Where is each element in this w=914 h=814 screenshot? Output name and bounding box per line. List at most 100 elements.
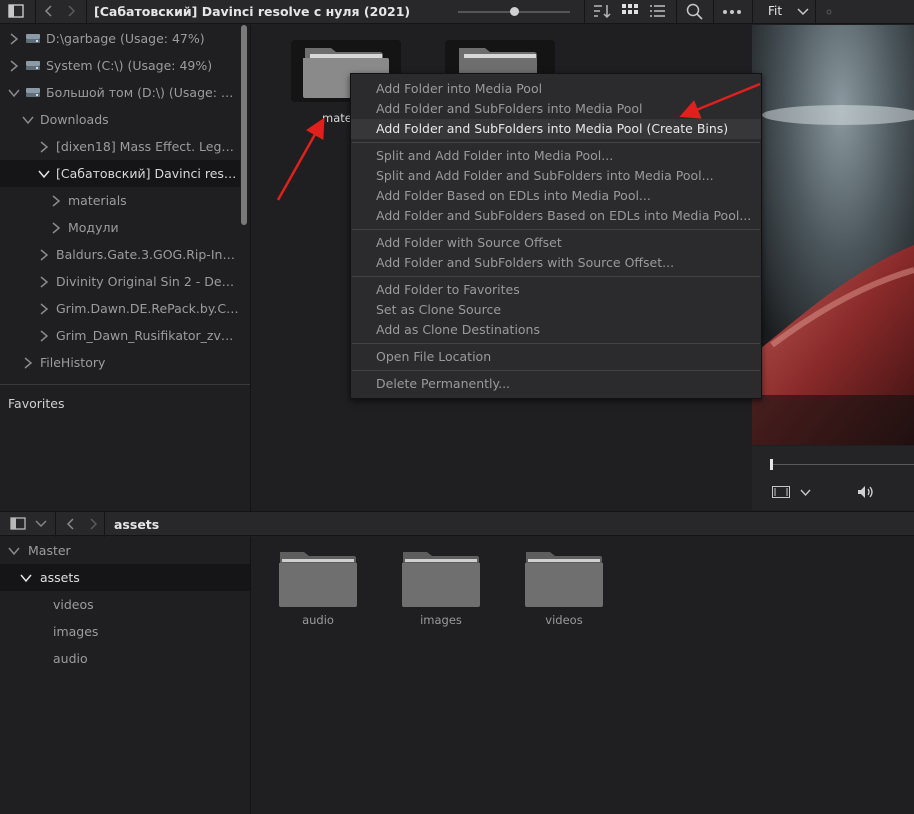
playhead-marker[interactable] <box>770 459 773 470</box>
forward-icon[interactable] <box>66 5 76 17</box>
bin-item[interactable]: Master <box>0 537 250 564</box>
media-pool-folder-label: videos <box>545 613 583 627</box>
menu-item[interactable]: Add Folder Based on EDLs into Media Pool… <box>351 186 761 206</box>
media-pool-toolbar: assets <box>0 511 914 537</box>
source-viewer[interactable] <box>752 25 914 445</box>
chevron-right-icon[interactable] <box>38 275 50 288</box>
menu-item[interactable]: Add as Clone Destinations <box>351 320 761 340</box>
tree-item-label: Baldurs.Gate.3.GOG.Rip-Insa... <box>56 247 240 262</box>
chevron-right-icon[interactable] <box>8 59 20 72</box>
volume-icon[interactable] <box>857 485 875 499</box>
menu-item[interactable]: Add Folder and SubFolders into Media Poo… <box>351 99 761 119</box>
menu-separator <box>352 370 760 371</box>
drive-icon <box>26 34 40 43</box>
clip-format-icon[interactable] <box>772 486 790 498</box>
sidebar-toggle-icon[interactable] <box>8 4 24 18</box>
tree-item[interactable]: System (C:\) (Usage: 49%) <box>0 52 240 79</box>
tree-item[interactable]: [Сабатовский] Davinci resolv... <box>0 160 240 187</box>
bin-item[interactable]: images <box>0 618 250 645</box>
media-pool-folder[interactable] <box>401 550 481 608</box>
media-storage-tree: D:\garbage (Usage: 47%) System (C:\) (Usa… <box>0 25 250 385</box>
bin-item[interactable]: videos <box>0 591 250 618</box>
viewer-indicator-icon <box>826 9 832 15</box>
media-pool-folder[interactable] <box>524 550 604 608</box>
tree-item-label: materials <box>68 193 127 208</box>
bin-item[interactable]: audio <box>0 645 250 672</box>
chevron-right-icon[interactable] <box>50 194 62 207</box>
thumbnail-zoom-handle[interactable] <box>510 7 519 16</box>
list-view-icon[interactable] <box>650 4 666 18</box>
sort-icon[interactable] <box>592 3 612 20</box>
chevron-down-icon[interactable] <box>20 572 32 584</box>
back-icon[interactable] <box>66 518 76 530</box>
tree-item[interactable]: Модули <box>0 214 240 241</box>
tree-item[interactable]: Grim.Dawn.DE.RePack.by.Ch... <box>0 295 240 322</box>
chevron-right-icon[interactable] <box>22 356 34 369</box>
tree-item-label: [dixen18] Mass Effect. Legen... <box>56 139 240 154</box>
menu-item[interactable]: Add Folder with Source Offset <box>351 233 761 253</box>
current-path-title: [Сабатовский] Davinci resolve с нуля (20… <box>94 4 411 19</box>
panel-divider <box>250 537 251 814</box>
media-pool-folder-label: audio <box>302 613 334 627</box>
media-pool-folder[interactable] <box>278 550 358 608</box>
menu-item[interactable]: Add Folder and SubFolders into Media Poo… <box>351 119 761 139</box>
grid-view-icon[interactable] <box>622 4 638 18</box>
chevron-right-icon[interactable] <box>38 140 50 153</box>
menu-item[interactable]: Delete Permanently... <box>351 374 761 394</box>
chevron-right-icon[interactable] <box>38 248 50 261</box>
viewer-zoom-select[interactable]: Fit <box>768 4 782 18</box>
tree-item[interactable]: Divinity Original Sin 2 - Definit... <box>0 268 240 295</box>
chevron-right-icon[interactable] <box>38 329 50 342</box>
favorites-divider <box>0 384 250 385</box>
drive-icon <box>26 88 40 97</box>
tree-item[interactable]: Grim_Dawn_Rusifikator_zvuk... <box>0 322 240 349</box>
chevron-down-icon[interactable] <box>22 114 34 126</box>
menu-item[interactable]: Add Folder and SubFolders Based on EDLs … <box>351 206 761 226</box>
bin-item[interactable]: assets <box>0 564 250 591</box>
tree-item-label: Grim_Dawn_Rusifikator_zvuk... <box>56 328 240 343</box>
menu-item[interactable]: Add Folder and SubFolders with Source Of… <box>351 253 761 273</box>
thumbnail-zoom-slider[interactable] <box>458 7 570 16</box>
menu-item[interactable]: Add Folder into Media Pool <box>351 79 761 99</box>
chevron-down-icon[interactable] <box>38 168 50 180</box>
tree-item[interactable]: FileHistory <box>0 349 240 376</box>
chevron-right-icon[interactable] <box>8 32 20 45</box>
menu-item[interactable]: Set as Clone Source <box>351 300 761 320</box>
tree-item[interactable]: materials <box>0 187 240 214</box>
tree-item-label: D:\garbage (Usage: 47%) <box>46 31 205 46</box>
bin-list: Master assets videos images audio <box>0 537 250 814</box>
chevron-down-icon[interactable] <box>797 7 809 16</box>
drive-icon <box>26 61 40 70</box>
chevron-right-icon[interactable] <box>38 302 50 315</box>
tree-item[interactable]: [dixen18] Mass Effect. Legen... <box>0 133 240 160</box>
tree-item[interactable]: Большой том (D:\) (Usage: 46... <box>0 79 240 106</box>
tree-item-label: Downloads <box>40 112 109 127</box>
menu-separator <box>352 276 760 277</box>
bin-list-toggle-icon[interactable] <box>10 517 26 530</box>
search-icon[interactable] <box>686 3 704 21</box>
menu-item[interactable]: Open File Location <box>351 347 761 367</box>
more-options-icon[interactable] <box>722 9 742 15</box>
chevron-down-icon[interactable] <box>800 489 811 497</box>
tree-item[interactable]: D:\garbage (Usage: 47%) <box>0 25 240 52</box>
menu-item[interactable]: Add Folder to Favorites <box>351 280 761 300</box>
chevron-down-icon[interactable] <box>8 87 20 99</box>
tree-scrollbar[interactable] <box>241 25 247 225</box>
tree-item[interactable]: Baldurs.Gate.3.GOG.Rip-Insa... <box>0 241 240 268</box>
media-pool-breadcrumb[interactable]: assets <box>114 517 159 532</box>
chevron-right-icon[interactable] <box>50 221 62 234</box>
chevron-down-icon[interactable] <box>8 545 20 557</box>
tree-item-label: Grim.Dawn.DE.RePack.by.Ch... <box>56 301 240 316</box>
viewer-frame-image <box>752 25 914 445</box>
menu-item[interactable]: Split and Add Folder into Media Pool... <box>351 146 761 166</box>
forward-icon[interactable] <box>88 518 98 530</box>
tree-item-label: [Сабатовский] Davinci resolv... <box>56 166 240 181</box>
menu-separator <box>352 343 760 344</box>
back-icon[interactable] <box>44 5 54 17</box>
tree-item-label: Divinity Original Sin 2 - Definit... <box>56 274 240 289</box>
menu-item[interactable]: Split and Add Folder and SubFolders into… <box>351 166 761 186</box>
viewer-scrubber[interactable] <box>770 464 914 465</box>
tree-item[interactable]: Downloads <box>0 106 240 133</box>
chevron-down-icon[interactable] <box>35 520 47 528</box>
bin-item-label: Master <box>28 543 71 558</box>
